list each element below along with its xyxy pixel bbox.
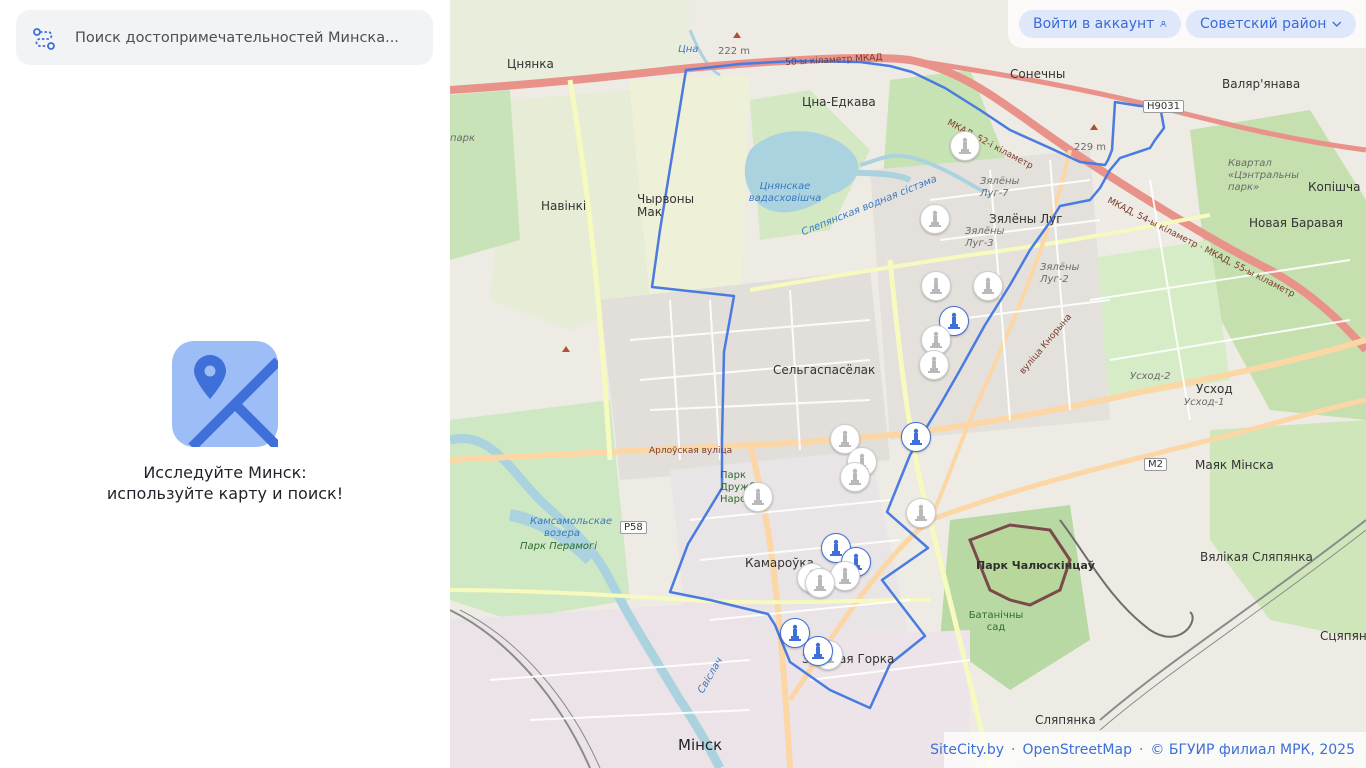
sitecity-link[interactable]: SiteCity.by <box>930 742 1004 758</box>
monument-icon <box>915 504 927 521</box>
map-label-zyaleny-lug3: Зялёны Луг-3 <box>965 226 1005 249</box>
map-label-kvartal: Квартал «Цэнтральны парк» <box>1228 158 1299 193</box>
map-label-tsnyanka: Цнянка <box>507 57 554 71</box>
search-input[interactable] <box>75 27 415 49</box>
map-label-zyaleny-lug7: Зялёны Луг-7 <box>980 176 1020 199</box>
map-label-selgasaselak: Сельгаспасёлак <box>773 363 876 377</box>
map-label-park-peramogi: Парк Перамогі <box>520 541 598 552</box>
map-label-minsk: Мінск <box>678 736 723 754</box>
map-label-novaya-baravaya: Новая Баравая <box>1249 216 1344 230</box>
osm-link[interactable]: OpenStreetMap <box>1022 742 1131 758</box>
monument-icon <box>849 468 861 485</box>
monument-marker[interactable] <box>973 271 1003 301</box>
empty-state-line1: Исследуйте Минск: <box>143 463 307 482</box>
monument-marker[interactable] <box>803 636 833 666</box>
map-label-h9031: Н9031 <box>1143 100 1184 113</box>
monument-icon <box>814 574 826 591</box>
empty-state-text: Исследуйте Минск: используйте карту и по… <box>0 462 450 504</box>
map-label-arlouskaya: Арлоўская вуліца <box>649 446 733 456</box>
monument-icon <box>812 642 824 659</box>
map-label-usxod2: Усход-2 <box>1130 371 1171 382</box>
map-label-usxod1: Усход-1 <box>1184 397 1225 408</box>
map-label-slyapyanka: Сляпянка <box>1035 713 1096 727</box>
sidebar: Исследуйте Минск: используйте карту и по… <box>0 0 450 768</box>
app: Исследуйте Минск: используйте карту и по… <box>0 0 1366 768</box>
map-label-slyapyanka-right: Сцяпянка <box>1320 629 1366 643</box>
monument-marker[interactable] <box>921 271 951 301</box>
map-label-vyalikaya-slyapyanka: Вялікая Сляпянка <box>1200 550 1313 564</box>
attribution-separator: · <box>1011 742 1016 758</box>
login-button[interactable]: Войти в аккаунт <box>1019 10 1181 38</box>
monument-icon <box>839 567 851 584</box>
map-label-elev222: 222 m <box>718 46 751 57</box>
map-label-tsna-edkava: Цна-Едкава <box>802 95 876 109</box>
monument-marker[interactable] <box>919 350 949 380</box>
monument-marker[interactable] <box>920 204 950 234</box>
monument-icon <box>948 312 960 329</box>
monument-icon <box>839 430 851 447</box>
map-canvas[interactable]: Цнянка Цна 222 m Цна-Едкава Сонечны Валя… <box>450 0 1366 768</box>
map-label-sonechny: Сонечны <box>1010 67 1066 81</box>
monument-icon <box>910 428 922 445</box>
map-label-mayak-minska: Маяк Мінска <box>1195 458 1274 472</box>
monument-marker[interactable] <box>840 462 870 492</box>
map-label-usxod: Усход <box>1196 382 1233 396</box>
login-label: Войти в аккаунт <box>1033 16 1155 32</box>
monument-icon <box>929 210 941 227</box>
map-label-zyaleny-lug: Зялёны Луг <box>989 212 1063 226</box>
monument-icon <box>928 356 940 373</box>
monument-marker[interactable] <box>743 482 773 512</box>
monument-marker[interactable] <box>805 568 835 598</box>
monument-marker[interactable] <box>901 422 931 452</box>
map-label-reservoir: Цнянскае вадасховішча <box>748 181 822 204</box>
header-controls: Войти в аккаунт Советский район <box>1008 0 1366 48</box>
map-attribution: SiteCity.by · OpenStreetMap · © БГУИР фи… <box>930 732 1366 768</box>
monument-marker[interactable] <box>950 131 980 161</box>
district-select[interactable]: Советский район <box>1186 10 1356 38</box>
map-label-valyaryanava: Валяр'янава <box>1222 77 1301 91</box>
map-label-m2: М2 <box>1144 458 1167 471</box>
monument-icon <box>789 624 801 641</box>
route-icon[interactable] <box>32 27 56 51</box>
map-label-elev229: 229 m <box>1074 142 1107 153</box>
copyright-text: © БГУИР филиал МРК, 2025 <box>1150 742 1355 758</box>
district-label: Советский район <box>1200 16 1327 32</box>
monument-icon <box>959 137 971 154</box>
map-label-kamsamolskae: Камсамольскае возера <box>530 516 613 539</box>
map-label-kopishcha: Копішча <box>1308 180 1361 194</box>
monument-marker[interactable] <box>906 498 936 528</box>
map-label-zyaleny-lug2: Зялёны Луг-2 <box>1040 262 1080 285</box>
attribution-separator: · <box>1138 742 1144 758</box>
map-label-navinki: Навінкі <box>541 199 587 213</box>
empty-state-line2: используйте карту и поиск! <box>106 484 344 503</box>
map-placeholder-icon <box>172 341 282 451</box>
monument-icon <box>982 277 994 294</box>
monument-icon <box>930 331 942 348</box>
map-label-batanichny: Батанічны сад <box>968 610 1024 633</box>
map-label-park-left: парк <box>450 133 476 144</box>
user-icon <box>1160 21 1167 27</box>
map-label-p58: Р58 <box>620 521 647 534</box>
chevron-down-icon <box>1332 21 1342 27</box>
monument-icon <box>752 488 764 505</box>
map-label-tsna: Цна <box>678 44 699 55</box>
map-label-park-chalyuskintsau: Парк Чалюскінцаў <box>976 559 1095 572</box>
map-label-chyrvony-mak: Чырвоны Мак <box>637 192 695 219</box>
monument-icon <box>930 277 942 294</box>
